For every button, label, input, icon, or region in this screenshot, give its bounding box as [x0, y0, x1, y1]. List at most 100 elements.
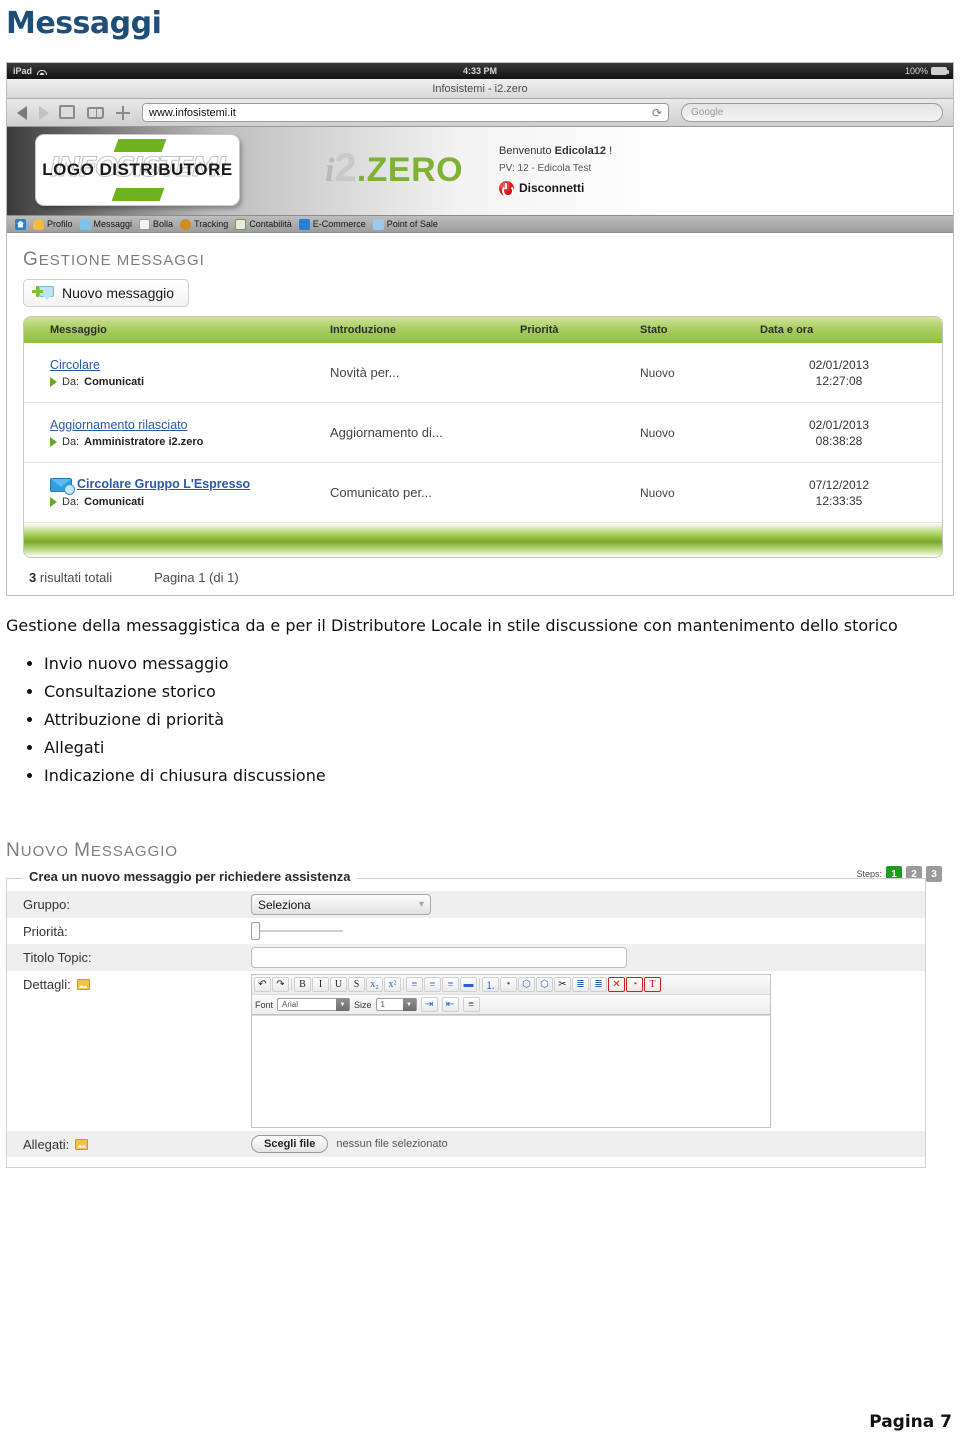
gruppo-select[interactable]: Seleziona ▾ [251, 894, 431, 915]
new-message-label: Nuovo messaggio [62, 285, 175, 301]
slider-handle[interactable] [251, 922, 260, 940]
unordered-list-icon[interactable]: • [500, 977, 517, 992]
titolo-input[interactable] [251, 947, 627, 968]
nav-label-contabilita: Contabilità [249, 219, 292, 229]
nav-item-tracking[interactable]: Tracking [180, 218, 232, 230]
new-message-screenshot: NUOVO MESSAGGIO Steps: 1 2 3 Crea un nuo… [6, 840, 954, 1168]
insert-link-icon[interactable]: ⬡ [518, 977, 535, 992]
nav-item-bolla[interactable]: Bolla [139, 218, 177, 230]
from-value: Comunicati [84, 495, 145, 508]
from-value: Amministratore i2.zero [84, 435, 204, 448]
redo-icon[interactable]: ↷ [272, 977, 289, 992]
form-row-titolo: Titolo Topic: [7, 944, 925, 971]
address-bar-value: www.infosistemi.it [149, 106, 236, 119]
cell-messaggio: Aggiornamento rilasciato Da: Amministrat… [24, 418, 324, 448]
address-bar[interactable]: www.infosistemi.it ⟳ [142, 103, 669, 122]
results-summary: 3 risultati totali Pagina 1 (di 1) [23, 570, 941, 585]
power-icon [499, 181, 514, 197]
nav-label-bolla: Bolla [153, 219, 174, 229]
superscript-icon[interactable]: x² [384, 977, 401, 992]
choose-file-button[interactable]: Scegli file [251, 1135, 329, 1153]
cell-messaggio: Circolare Gruppo L'Espresso Da: Comunica… [24, 477, 324, 508]
size-value: 1 [380, 1000, 385, 1009]
time-value: 12:33:35 [815, 493, 863, 508]
reload-icon[interactable]: ⟳ [652, 106, 662, 120]
pos-icon [372, 218, 384, 230]
underline-icon[interactable]: U [330, 977, 347, 992]
logout-button[interactable]: Disconnetti [499, 180, 612, 197]
undo-icon[interactable]: ↶ [254, 977, 271, 992]
bookmarks-icon[interactable] [87, 106, 104, 119]
cell-data: 02/01/2013 08:38:28 [754, 417, 924, 449]
app-brand: i2.ZERO [325, 148, 463, 188]
message-from: Da: Comunicati [50, 496, 318, 508]
app-header: INFOSISTEMI LOGO DISTRIBUTORE i2.ZERO Be… [7, 127, 953, 215]
table-row[interactable]: Circolare Da: Comunicati Novità per... N… [24, 343, 942, 403]
tabs-icon[interactable] [59, 104, 75, 119]
chevron-down-icon: ▼ [402, 998, 416, 1011]
table-row[interactable]: Circolare Gruppo L'Espresso Da: Comunica… [24, 463, 942, 523]
nav-item-profilo[interactable]: Profilo [33, 218, 77, 230]
battery-icon [931, 67, 949, 75]
insert-anchor-icon[interactable]: ⬡ [536, 977, 553, 992]
step-3[interactable]: 3 [926, 866, 942, 882]
rich-text-editor[interactable]: ↶ ↷ B I U S x₂ x² ≡ ≡ ≡ ▬ ⒈ • ⬡ ⬡ ✂ ≣ ≣ … [251, 974, 771, 1128]
table-header-row: Messaggio Introduzione Priorità Stato Da… [24, 317, 942, 343]
editor-content-area[interactable] [252, 1015, 770, 1127]
remove-link-icon[interactable]: ✂ [554, 977, 571, 992]
editor-toolbar-row-2: Font Arial ▼ Size 1 ▼ ⇥ ⇤ ≡ [252, 995, 770, 1015]
dettagli-label: Dettagli: [23, 977, 71, 992]
align-right-icon[interactable]: ≡ [442, 977, 459, 992]
message-title-link[interactable]: Circolare Gruppo L'Espresso [77, 477, 250, 491]
editor-toolbar-row-1: ↶ ↷ B I U S x₂ x² ≡ ≡ ≡ ▬ ⒈ • ⬡ ⬡ ✂ ≣ ≣ … [252, 975, 770, 995]
remove-format-icon[interactable]: ✕ [608, 977, 625, 992]
page-footer: Pagina 7 [869, 1412, 952, 1432]
package-icon [180, 218, 192, 230]
italic-icon[interactable]: I [312, 977, 329, 992]
delete-table-icon[interactable]: ≣ [590, 977, 607, 992]
strikethrough-icon[interactable]: S [348, 977, 365, 992]
horizontal-rule-icon[interactable]: ≡ [462, 997, 480, 1012]
nav-item-messaggi[interactable]: Messaggi [79, 218, 137, 230]
text-color-icon[interactable]: T [644, 977, 661, 992]
document-icon [139, 218, 151, 230]
nav-item-pointofsale[interactable]: Point of Sale [372, 218, 442, 230]
messages-panel: GESTIONE MESSAGGI Nuovo messaggio Messag… [7, 233, 953, 595]
font-label: Font [255, 999, 274, 1010]
cell-data: 02/01/2013 12:27:08 [754, 357, 924, 389]
font-select[interactable]: Arial ▼ [277, 998, 351, 1011]
file-status-text: nessun file selezionato [336, 1138, 448, 1150]
nav-item-contabilita[interactable]: Contabilità [235, 218, 296, 230]
new-tab-icon[interactable] [116, 105, 130, 120]
message-title-link[interactable]: Circolare [50, 358, 100, 372]
search-input[interactable]: Google [681, 103, 943, 122]
table-row[interactable]: Aggiornamento rilasciato Da: Amministrat… [24, 403, 942, 463]
list-item: Invio nuovo messaggio [44, 650, 960, 678]
message-title-link[interactable]: Aggiornamento rilasciato [50, 418, 188, 432]
ordered-list-icon[interactable]: ⒈ [482, 977, 499, 992]
ipad-clock: 4:33 PM [462, 66, 497, 76]
nav-item-home[interactable] [15, 218, 30, 230]
description-paragraph: Gestione della messaggistica da e per il… [6, 616, 898, 635]
from-label: Da: [62, 495, 80, 508]
nav-item-ecommerce[interactable]: E-Commerce [298, 218, 370, 230]
size-select[interactable]: 1 ▼ [375, 998, 417, 1011]
image-icon [76, 979, 90, 990]
insert-table-icon[interactable]: ≣ [572, 977, 589, 992]
outdent-icon[interactable]: ⇤ [441, 997, 459, 1012]
subscript-icon[interactable]: x₂ [366, 977, 383, 992]
align-left-icon[interactable]: ≡ [406, 977, 423, 992]
align-center-icon[interactable]: ≡ [424, 977, 441, 992]
messages-heading-initial: G [23, 249, 39, 270]
indent-icon[interactable]: ⇥ [420, 997, 438, 1012]
new-message-heading-uovo: UOVO [20, 843, 75, 860]
back-icon[interactable] [17, 105, 27, 120]
gruppo-label: Gruppo: [23, 897, 70, 912]
new-message-button[interactable]: Nuovo messaggio [23, 279, 190, 307]
forward-icon[interactable] [39, 105, 49, 120]
form-row-dettagli: Dettagli: ↶ ↷ B I U S x₂ x² ≡ ≡ ≡ ▬ ⒈ • … [7, 971, 925, 1131]
priority-slider[interactable] [251, 922, 343, 940]
align-justify-icon[interactable]: ▬ [460, 977, 477, 992]
bold-icon[interactable]: B [294, 977, 311, 992]
background-color-icon[interactable]: ◔ [626, 977, 643, 992]
